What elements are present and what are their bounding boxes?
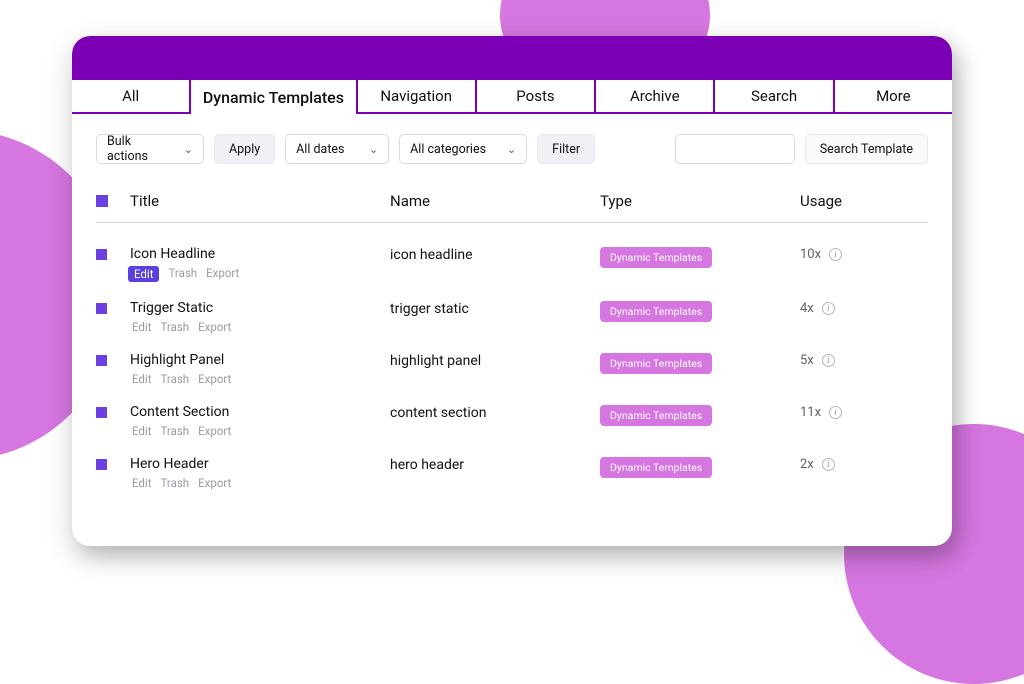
trash-action[interactable]: Trash [160, 320, 189, 334]
row-name: trigger static [390, 300, 600, 317]
export-action[interactable]: Export [206, 266, 239, 282]
toolbar: Bulk actions ⌄ Apply All dates ⌄ All cat… [72, 114, 952, 174]
select-all-checkbox[interactable] [96, 195, 108, 207]
type-badge: Dynamic Templates [600, 457, 712, 478]
row-name: hero header [390, 456, 600, 473]
trash-action[interactable]: Trash [160, 372, 189, 386]
chevron-down-icon: ⌄ [184, 143, 193, 156]
info-icon[interactable]: i [822, 354, 835, 367]
row-title[interactable]: Content Section [130, 404, 390, 420]
row-checkbox[interactable] [96, 407, 107, 418]
usage-count: 5x [800, 353, 814, 368]
column-header-usage[interactable]: Usage [800, 192, 920, 210]
filter-button[interactable]: Filter [537, 134, 595, 164]
info-icon[interactable]: i [829, 406, 842, 419]
templates-table: Title Name Type Usage Icon Headline Edit T… [72, 174, 952, 499]
export-action[interactable]: Export [198, 320, 231, 334]
column-header-title[interactable]: Title [130, 192, 390, 210]
edit-action[interactable]: Edit [128, 266, 159, 282]
row-actions: EditTrashExport [132, 266, 390, 282]
row-title[interactable]: Highlight Panel [130, 352, 390, 368]
chevron-down-icon: ⌄ [369, 143, 378, 156]
info-icon[interactable]: i [822, 458, 835, 471]
table-header-row: Title Name Type Usage [96, 174, 928, 223]
categories-select[interactable]: All categories ⌄ [399, 134, 527, 164]
search-template-button[interactable]: Search Template [805, 134, 928, 164]
row-checkbox[interactable] [96, 249, 107, 260]
chevron-down-icon: ⌄ [507, 143, 516, 156]
tab-all[interactable]: All [72, 80, 191, 114]
column-header-name[interactable]: Name [390, 192, 600, 210]
search-input[interactable] [675, 134, 795, 164]
row-checkbox[interactable] [96, 459, 107, 470]
edit-action[interactable]: Edit [132, 372, 151, 386]
apply-button[interactable]: Apply [214, 134, 275, 164]
dates-label: All dates [296, 142, 344, 157]
edit-action[interactable]: Edit [132, 476, 151, 490]
row-actions: Edit Trash Export [132, 320, 390, 334]
trash-action[interactable]: Trash [160, 476, 189, 490]
export-action[interactable]: Export [198, 424, 231, 438]
bulk-actions-label: Bulk actions [107, 134, 174, 164]
row-name: icon headline [390, 246, 600, 263]
row-actions: Edit Trash Export [132, 476, 390, 490]
edit-action[interactable]: Edit [132, 424, 151, 438]
export-action[interactable]: Export [198, 476, 231, 490]
tab-bar: AllDynamic TemplatesNavigationPostsArchi… [72, 80, 952, 114]
row-actions: Edit Trash Export [132, 424, 390, 438]
type-badge: Dynamic Templates [600, 247, 712, 268]
dates-select[interactable]: All dates ⌄ [285, 134, 389, 164]
table-row: Highlight Panel Edit Trash Export highlight … [96, 343, 928, 395]
type-badge: Dynamic Templates [600, 353, 712, 374]
tab-navigation[interactable]: Navigation [358, 80, 477, 114]
row-title[interactable]: Hero Header [130, 456, 390, 472]
edit-action[interactable]: Edit [132, 320, 151, 334]
row-name: highlight panel [390, 352, 600, 369]
table-row: Hero Header Edit Trash Export hero headerDyn… [96, 447, 928, 499]
table-row: Content Section Edit Trash Export content se… [96, 395, 928, 447]
table-row: Trigger Static Edit Trash Export trigger sta… [96, 291, 928, 343]
usage-count: 2x [800, 457, 814, 472]
tab-search[interactable]: Search [715, 80, 834, 114]
usage-count: 11x [800, 405, 821, 420]
table-row: Icon Headline Edit Trash Export icon headlin… [96, 237, 928, 291]
info-icon[interactable]: i [829, 248, 842, 261]
categories-label: All categories [410, 142, 486, 157]
row-name: content section [390, 404, 600, 421]
row-checkbox[interactable] [96, 355, 107, 366]
row-title[interactable]: Trigger Static [130, 300, 390, 316]
row-title[interactable]: Icon Headline [130, 246, 390, 262]
window-titlebar [72, 36, 952, 80]
column-header-type[interactable]: Type [600, 192, 800, 210]
usage-count: 10x [800, 247, 821, 262]
type-badge: Dynamic Templates [600, 405, 712, 426]
trash-action[interactable]: Trash [160, 424, 189, 438]
tab-dynamic-templates[interactable]: Dynamic Templates [191, 80, 357, 114]
tab-posts[interactable]: Posts [477, 80, 596, 114]
tab-more[interactable]: More [835, 80, 952, 114]
trash-action[interactable]: Trash [168, 266, 197, 282]
export-action[interactable]: Export [198, 372, 231, 386]
row-actions: Edit Trash Export [132, 372, 390, 386]
bulk-actions-select[interactable]: Bulk actions ⌄ [96, 134, 204, 164]
app-window: AllDynamic TemplatesNavigationPostsArchi… [72, 36, 952, 546]
info-icon[interactable]: i [822, 302, 835, 315]
type-badge: Dynamic Templates [600, 301, 712, 322]
tab-archive[interactable]: Archive [596, 80, 715, 114]
row-checkbox[interactable] [96, 303, 107, 314]
usage-count: 4x [800, 301, 814, 316]
